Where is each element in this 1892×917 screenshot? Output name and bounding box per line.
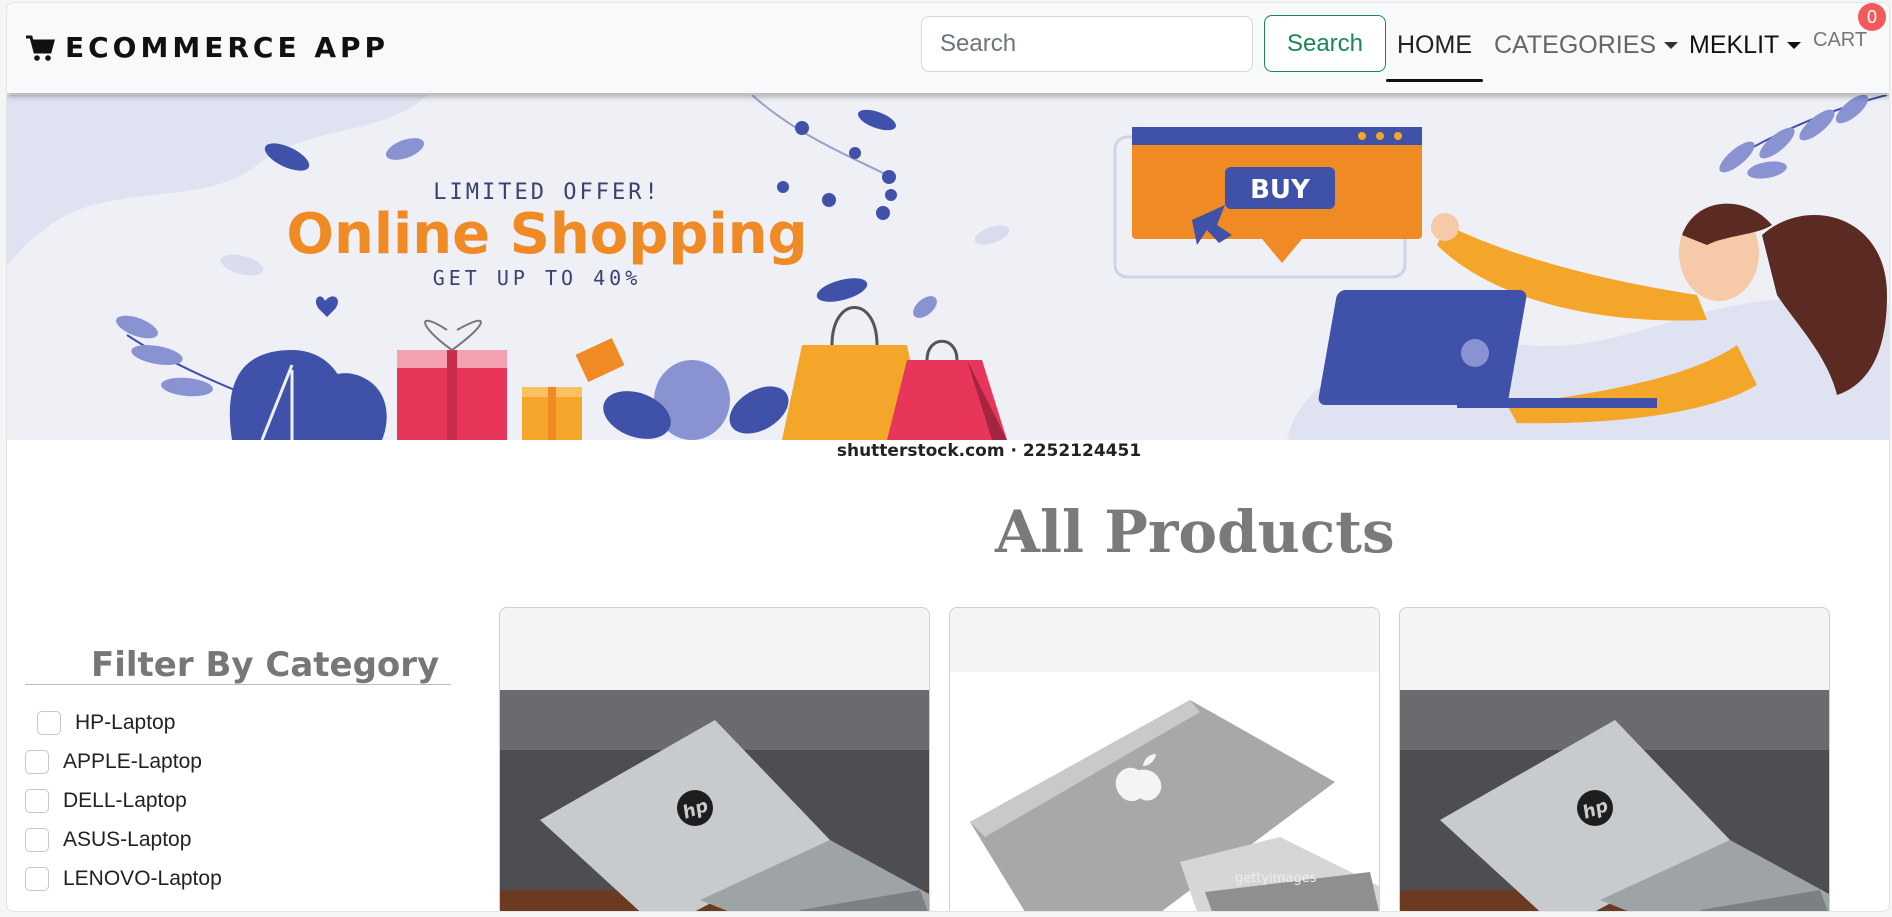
product-card[interactable]: gettyimages [949,607,1380,911]
search-input[interactable] [921,16,1253,72]
filter-option-apple[interactable]: APPLE-Laptop [25,750,202,774]
banner-subtitle: GET UP TO 40% [433,266,642,290]
product-card[interactable]: hp [499,607,930,911]
nav-cart[interactable]: CART [1813,29,1867,52]
nav-categories-dropdown[interactable]: CATEGORIES [1494,31,1679,60]
cart-icon [25,34,55,62]
filter-option-lenovo[interactable]: LENOVO-Laptop [25,867,222,891]
banner-caption: shutterstock.com · 2252124451 [836,441,1142,461]
checkbox[interactable] [25,789,49,813]
hp-laptop-image: hp [1400,690,1829,911]
filter-option-dell[interactable]: DELL-Laptop [25,789,187,813]
banner-headline: Online Shopping [286,202,807,267]
nav-user-label: MEKLIT [1689,31,1780,59]
active-indicator [1386,79,1483,82]
nav-user-dropdown[interactable]: MEKLIT [1689,31,1802,60]
nav-home[interactable]: HOME [1397,31,1472,60]
chevron-down-icon [1664,42,1679,49]
banner-buy-label: BUY [1250,175,1311,205]
nav-categories-label: CATEGORIES [1494,31,1657,59]
apple-laptop-image: gettyimages [950,672,1379,911]
filter-option-asus[interactable]: ASUS-Laptop [25,828,191,852]
checkbox[interactable] [37,711,61,735]
filter-option-label: ASUS-Laptop [63,828,192,851]
filter-option-label: DELL-Laptop [63,789,187,812]
checkbox[interactable] [25,750,49,774]
hp-laptop-image: hp [500,690,929,911]
search-button[interactable]: Search [1264,15,1386,72]
chevron-down-icon [1787,42,1802,49]
filter-title: Filter By Category [91,645,440,685]
promo-banner: LIMITED OFFER! Online Shopping GET UP TO… [7,95,1889,440]
filter-option-label: HP-Laptop [75,711,176,734]
product-card[interactable]: hp [1399,607,1830,911]
nav-cart-label: CART [1813,29,1868,51]
filter-divider [25,684,451,685]
nav-home-label: HOME [1397,31,1472,59]
page-title: All Products [995,498,1395,566]
brand-link[interactable]: ECOMMERCE APP [25,31,389,64]
navbar: ECOMMERCE APP Search HOME CATEGORIES MEK… [7,3,1889,93]
brand-name: ECOMMERCE APP [65,31,390,64]
filter-option-label: LENOVO-Laptop [63,867,222,890]
filter-option-label: APPLE-Laptop [63,750,202,773]
filter-option-hp[interactable]: HP-Laptop [37,711,175,735]
watermark-text: gettyimages [1235,871,1317,886]
cart-count-badge: 0 [1858,3,1886,31]
checkbox[interactable] [25,828,49,852]
app-window: ECOMMERCE APP Search HOME CATEGORIES MEK… [6,2,1890,912]
checkbox[interactable] [25,867,49,891]
